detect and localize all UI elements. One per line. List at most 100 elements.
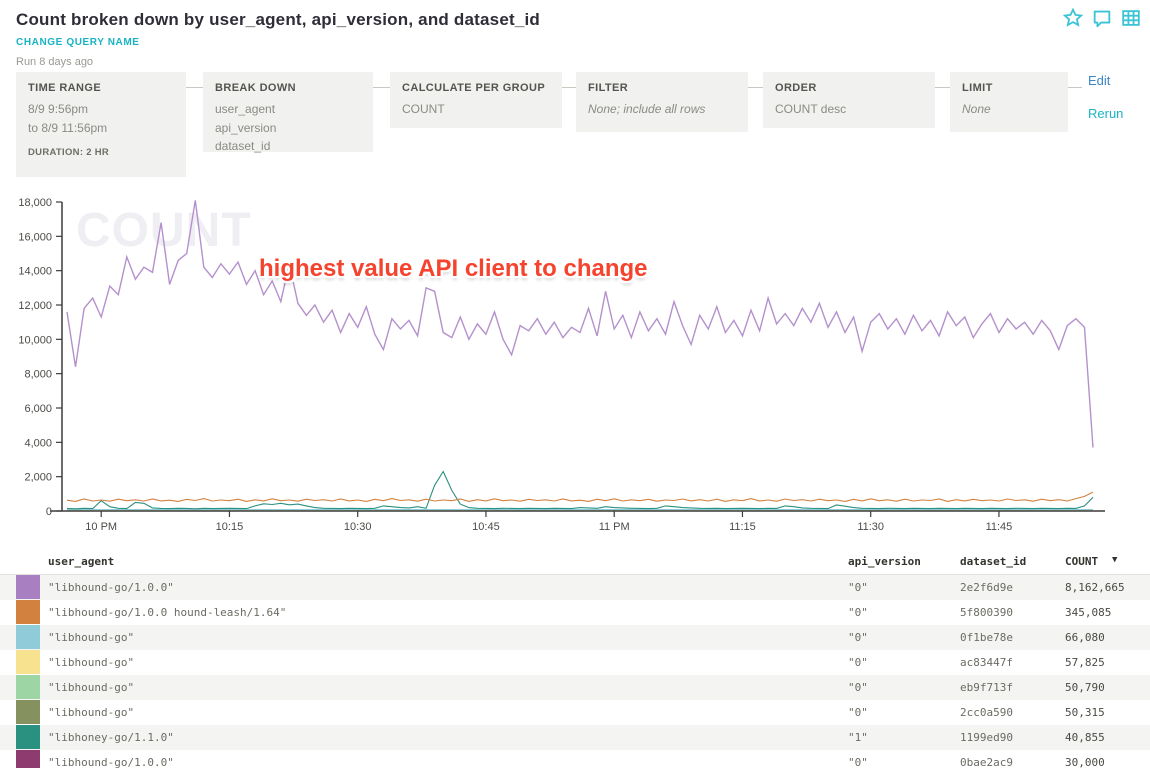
- cell-count: 8,162,665: [1065, 581, 1125, 594]
- cell-api-version: "0": [848, 706, 868, 719]
- x-tick-label: 11:45: [986, 521, 1013, 533]
- cell-user-agent: "libhound-go": [48, 631, 134, 644]
- y-tick-label: 4,000: [24, 437, 52, 449]
- table-row[interactable]: "libhound-go/1.0.0""0"2e2f6d9e8,162,665: [0, 575, 1150, 600]
- query-connector: [562, 87, 576, 88]
- cell-count: 345,085: [1065, 606, 1111, 619]
- cell-dataset-id: 1199ed90: [960, 731, 1013, 744]
- cell-dataset-id: 0f1be78e: [960, 631, 1013, 644]
- series-color-swatch: [16, 750, 40, 768]
- series-color-swatch: [16, 625, 40, 649]
- x-tick-label: 10:45: [472, 521, 500, 533]
- filter-value: None; include all rows: [588, 100, 736, 119]
- y-tick-label: 16,000: [18, 231, 52, 243]
- cell-user-agent: "libhound-go": [48, 706, 134, 719]
- time-range-box[interactable]: TIME RANGE 8/9 9:56pm to 8/9 11:56pm DUR…: [16, 72, 186, 177]
- y-tick-label: 12,000: [18, 300, 52, 312]
- y-tick-label: 18,000: [18, 197, 52, 209]
- cell-count: 40,855: [1065, 731, 1105, 744]
- page-title: Count broken down by user_agent, api_ver…: [16, 10, 540, 30]
- cell-count: 66,080: [1065, 631, 1105, 644]
- rerun-link[interactable]: Rerun: [1088, 106, 1123, 121]
- table-header-row: user_agent api_version dataset_id COUNT …: [0, 548, 1150, 575]
- col-header-count[interactable]: COUNT: [1065, 555, 1098, 568]
- time-range-to: to 8/9 11:56pm: [28, 119, 174, 138]
- series-line-7: [67, 200, 1093, 447]
- query-connector: [1068, 87, 1082, 88]
- table-row[interactable]: "libhoney-go/1.1.0" "1" 1199ed90 40,855: [0, 725, 1150, 750]
- header-icon-group: [1062, 7, 1142, 29]
- order-box[interactable]: ORDER COUNT desc: [763, 72, 935, 128]
- cell-user-agent: "libhound-go/1.0.0": [48, 756, 174, 768]
- time-range-duration: DURATION: 2 HR: [28, 147, 174, 158]
- col-header-user-agent[interactable]: user_agent: [48, 555, 114, 568]
- series-color-swatch: [16, 575, 40, 599]
- x-tick-label: 11:15: [729, 521, 756, 533]
- run-ago-text: Run 8 days ago: [16, 56, 93, 68]
- x-tick-label: 11 PM: [599, 521, 630, 533]
- comment-icon[interactable]: [1091, 7, 1113, 29]
- cell-count: 57,825: [1065, 656, 1105, 669]
- cell-api-version: "0": [848, 606, 868, 619]
- cell-api-version: "0": [848, 631, 868, 644]
- x-tick-label: 10 PM: [85, 521, 117, 533]
- time-range-label: TIME RANGE: [28, 82, 174, 94]
- star-icon[interactable]: [1062, 7, 1084, 29]
- cell-count: 50,315: [1065, 706, 1105, 719]
- query-connector: [748, 87, 763, 88]
- edit-link[interactable]: Edit: [1088, 73, 1110, 88]
- time-range-from: 8/9 9:56pm: [28, 100, 174, 119]
- table-row[interactable]: "libhound-go""0"ac83447f57,825: [0, 650, 1150, 675]
- query-connector: [935, 87, 950, 88]
- break-down-item: dataset_id: [215, 137, 361, 156]
- x-tick-label: 10:30: [344, 521, 372, 533]
- y-tick-label: 2,000: [24, 472, 52, 484]
- cell-api-version: "0": [848, 656, 868, 669]
- order-label: ORDER: [775, 82, 923, 94]
- series-color-swatch: [16, 700, 40, 724]
- cell-api-version: "0": [848, 681, 868, 694]
- y-tick-label: 14,000: [18, 266, 52, 278]
- series-color-swatch: [16, 675, 40, 699]
- limit-box[interactable]: LIMIT None: [950, 72, 1068, 132]
- cell-dataset-id: 0bae2ac9: [960, 756, 1013, 768]
- cell-dataset-id: eb9f713f: [960, 681, 1013, 694]
- y-tick-label: 0: [46, 506, 52, 518]
- y-tick-label: 8,000: [24, 369, 52, 381]
- chart-annotation: highest value API client to change: [259, 255, 648, 283]
- cell-api-version: "0": [848, 756, 868, 768]
- sort-desc-icon[interactable]: ▼: [1112, 555, 1117, 565]
- col-header-api-version[interactable]: api_version: [848, 555, 921, 568]
- table-row[interactable]: "libhound-go" "0" 0f1be78e 66,080: [0, 625, 1150, 650]
- calculate-value: COUNT: [402, 100, 550, 119]
- limit-value: None: [962, 100, 1056, 119]
- cell-api-version: "1": [848, 731, 868, 744]
- y-tick-label: 10,000: [18, 334, 52, 346]
- cell-user-agent: "libhoney-go/1.1.0": [48, 731, 174, 744]
- change-query-name-link[interactable]: CHANGE QUERY NAME: [16, 37, 140, 48]
- table-row[interactable]: "libhound-go/1.0.0""0"0bae2ac930,000: [0, 750, 1150, 768]
- break-down-label: BREAK DOWN: [215, 82, 361, 94]
- query-connector: [186, 87, 203, 88]
- cell-dataset-id: 5f800390: [960, 606, 1013, 619]
- query-connector: [373, 87, 390, 88]
- cell-user-agent: "libhound-go": [48, 656, 134, 669]
- table-body: "libhound-go/1.0.0" "0" 2e2f6d9e 8,162,665 "…: [0, 575, 1150, 768]
- col-header-dataset-id[interactable]: dataset_id: [960, 555, 1026, 568]
- series-color-swatch: [16, 725, 40, 749]
- series-line-6: [67, 492, 1093, 501]
- cell-dataset-id: 2e2f6d9e: [960, 581, 1013, 594]
- break-down-item: api_version: [215, 119, 361, 138]
- chart-plot[interactable]: 18,00016,00014,00012,00010,0008,0006,000…: [0, 190, 1150, 540]
- x-tick-label: 11:30: [857, 521, 884, 533]
- table-row[interactable]: "libhound-go""0"2cc0a59050,315: [0, 700, 1150, 725]
- cell-user-agent: "libhound-go": [48, 681, 134, 694]
- calculate-box[interactable]: CALCULATE PER GROUP COUNT: [390, 72, 562, 128]
- table-row[interactable]: "libhound-go/1.0.0 hound-leash/1.64""0"5…: [0, 600, 1150, 625]
- table-row[interactable]: "libhound-go""0"eb9f713f50,790: [0, 675, 1150, 700]
- filter-box[interactable]: FILTER None; include all rows: [576, 72, 748, 132]
- break-down-box[interactable]: BREAK DOWN user_agent api_version datase…: [203, 72, 373, 152]
- cell-user-agent: "libhound-go/1.0.0": [48, 581, 174, 594]
- table-icon[interactable]: [1120, 7, 1142, 29]
- series-color-swatch: [16, 600, 40, 624]
